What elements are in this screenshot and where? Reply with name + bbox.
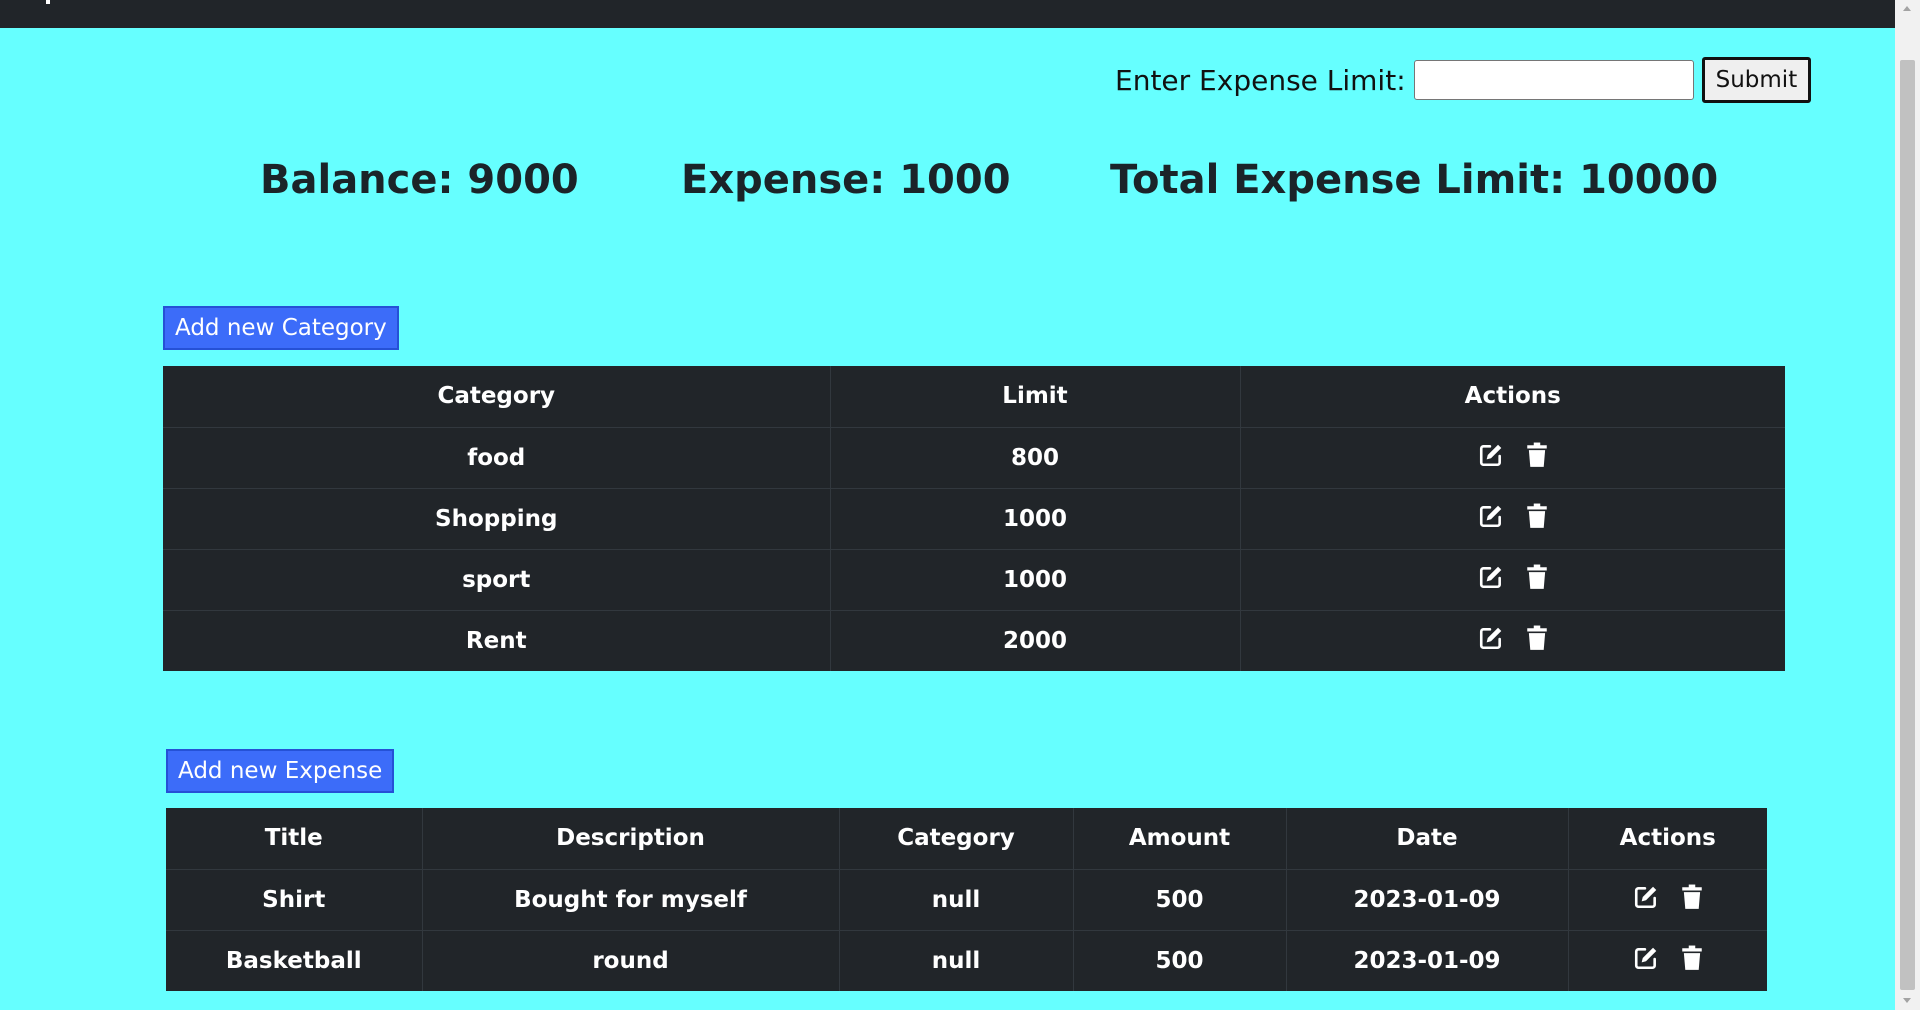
navbar-brand-fragment xyxy=(46,0,50,4)
edit-icon[interactable] xyxy=(1478,503,1504,535)
expense-title-cell: Basketball xyxy=(166,929,422,991)
category-limit-cell: 1000 xyxy=(829,487,1240,549)
category-limit-cell: 800 xyxy=(829,426,1240,488)
expense-table: Title Description Category Amount Date A… xyxy=(166,808,1767,991)
page-scrollbar[interactable] xyxy=(1895,0,1920,1010)
column-header-title: Title xyxy=(264,825,323,852)
column-header-date: Date xyxy=(1285,808,1568,869)
add-category-button[interactable]: Add new Category xyxy=(163,306,399,350)
edit-icon[interactable] xyxy=(1478,442,1504,474)
actions-cell xyxy=(1239,426,1785,488)
table-row: Basketball round null 500 2023-01-09 xyxy=(166,929,1767,991)
trash-icon[interactable] xyxy=(1681,884,1703,916)
actions-cell xyxy=(1239,487,1785,549)
actions-cell xyxy=(1567,929,1767,991)
scrollbar-thumb[interactable] xyxy=(1900,60,1915,990)
table-row: Rent 2000 xyxy=(163,609,1785,671)
category-table: Category Limit Actions food 800 Shopping… xyxy=(163,366,1785,671)
category-limit-cell: 1000 xyxy=(829,548,1240,610)
actions-cell xyxy=(1567,868,1767,930)
actions-cell xyxy=(1239,609,1785,671)
column-header-category: Category xyxy=(838,808,1073,869)
expense-category-cell: null xyxy=(838,929,1073,991)
balance-stat: Balance: 9000 xyxy=(260,157,579,203)
category-name-cell: sport xyxy=(163,548,830,610)
expense-table-header-row: Title Description Category Amount Date A… xyxy=(166,808,1767,869)
expense-limit-input[interactable] xyxy=(1413,60,1694,100)
trash-icon[interactable] xyxy=(1526,625,1548,657)
table-row: Shirt Bought for myself null 500 2023-01… xyxy=(166,868,1767,930)
edit-icon[interactable] xyxy=(1633,945,1659,977)
expense-stat: Expense: 1000 xyxy=(681,157,1011,203)
category-name-cell: Shopping xyxy=(163,487,830,549)
column-header-description: Description xyxy=(421,808,839,869)
total-expense-limit-stat: Total Expense Limit: 10000 xyxy=(1110,157,1719,203)
top-navbar xyxy=(0,0,1895,28)
edit-icon[interactable] xyxy=(1633,884,1659,916)
category-name-cell: food xyxy=(163,426,830,488)
submit-button[interactable]: Submit xyxy=(1701,57,1812,103)
expense-date-cell: 2023-01-09 xyxy=(1285,868,1568,930)
trash-icon[interactable] xyxy=(1681,945,1703,977)
table-row: sport 1000 xyxy=(163,548,1785,610)
expense-description-cell: round xyxy=(421,929,839,991)
column-header-actions: Actions xyxy=(1239,366,1785,427)
column-header-category: Category xyxy=(437,383,556,410)
category-limit-cell: 2000 xyxy=(829,609,1240,671)
table-row: food 800 xyxy=(163,426,1785,488)
expense-date-cell: 2023-01-09 xyxy=(1285,929,1568,991)
edit-icon[interactable] xyxy=(1478,564,1504,596)
trash-icon[interactable] xyxy=(1526,564,1548,596)
column-header-amount: Amount xyxy=(1072,808,1286,869)
edit-icon[interactable] xyxy=(1478,625,1504,657)
table-row: Shopping 1000 xyxy=(163,487,1785,549)
expense-limit-label: Enter Expense Limit: xyxy=(1115,63,1406,97)
category-name-cell: Rent xyxy=(163,609,830,671)
expense-limit-form: Enter Expense Limit: Submit xyxy=(1115,57,1812,103)
scroll-down-arrow-icon[interactable] xyxy=(1903,998,1911,1003)
column-header-actions: Actions xyxy=(1567,808,1767,869)
actions-cell xyxy=(1239,548,1785,610)
trash-icon[interactable] xyxy=(1526,503,1548,535)
expense-amount-cell: 500 xyxy=(1072,929,1286,991)
trash-icon[interactable] xyxy=(1526,442,1548,474)
expense-amount-cell: 500 xyxy=(1072,868,1286,930)
expense-title-cell: Shirt xyxy=(166,868,422,930)
category-table-header-row: Category Limit Actions xyxy=(163,366,1785,427)
column-header-limit: Limit xyxy=(829,366,1240,427)
scroll-up-arrow-icon[interactable] xyxy=(1903,6,1911,11)
add-expense-button[interactable]: Add new Expense xyxy=(166,749,395,793)
expense-category-cell: null xyxy=(838,868,1073,930)
expense-description-cell: Bought for myself xyxy=(421,868,839,930)
